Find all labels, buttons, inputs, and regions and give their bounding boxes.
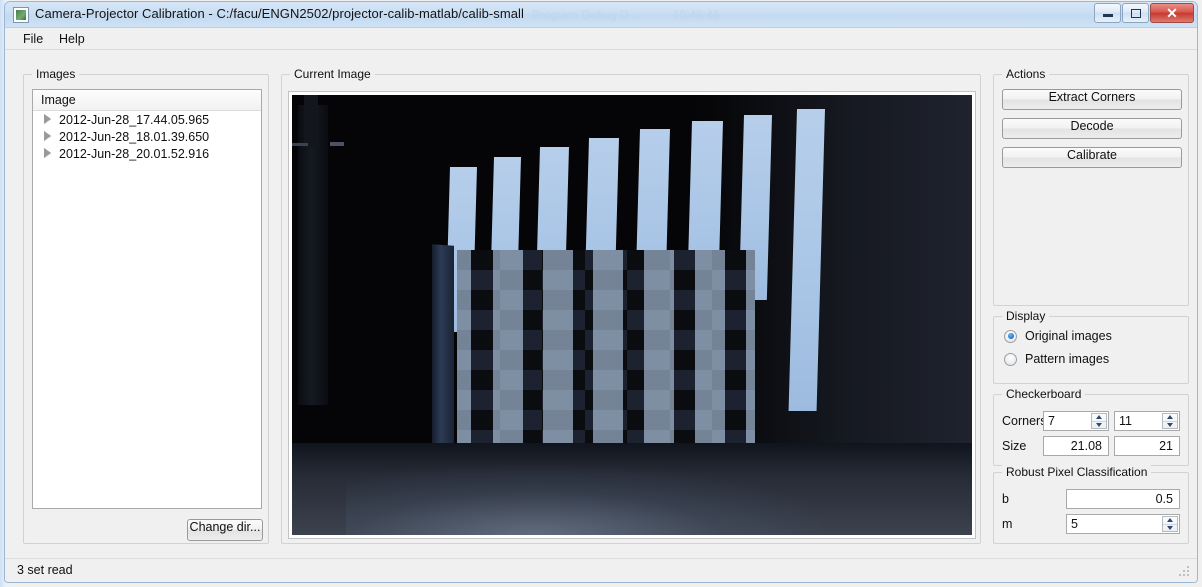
size-x-input[interactable]: 21.08 — [1043, 436, 1109, 456]
tree-row-label: 2012-Jun-28_17.44.05.965 — [59, 112, 210, 127]
app-icon — [13, 7, 29, 23]
images-group-title: Images — [32, 67, 80, 81]
calibrate-button[interactable]: Calibrate — [1002, 147, 1182, 168]
close-icon: ✕ — [1166, 5, 1178, 21]
background-window-title: Program Debug D... 10:48:46 — [532, 8, 719, 22]
images-group: Images Image 2012-Jun-28_17.44.05.965 20… — [23, 67, 269, 544]
size-y-input[interactable]: 21 — [1114, 436, 1180, 456]
resize-grip-icon[interactable] — [1179, 566, 1191, 578]
robust-pixel-classification-group-title: Robust Pixel Classification — [1002, 465, 1152, 479]
ghost-text-1: Program Debug D... — [532, 8, 639, 22]
menu-bar: File Help — [5, 28, 1197, 50]
size-label: Size — [1002, 439, 1027, 453]
decode-button[interactable]: Decode — [1002, 118, 1182, 139]
photo-left-post-top — [304, 95, 318, 147]
radio-pattern-images[interactable]: Pattern images — [1004, 352, 1109, 366]
radio-pattern-images-label: Pattern images — [1025, 352, 1110, 366]
tree-row[interactable]: 2012-Jun-28_17.44.05.965 — [33, 111, 261, 128]
window-frame: Camera-Projector Calibration - C:/facu/E… — [4, 1, 1198, 583]
ghost-text-2: 10:48:46 — [672, 8, 720, 22]
display-group: Display Original images Pattern images — [993, 309, 1189, 384]
corners-x-input[interactable]: 7 — [1043, 411, 1109, 431]
current-image-group-title: Current Image — [290, 67, 375, 81]
tree-row-label: 2012-Jun-28_20.01.52.916 — [59, 146, 210, 161]
title-bar: Camera-Projector Calibration - C:/facu/E… — [5, 2, 1197, 28]
chevron-right-icon[interactable] — [44, 148, 51, 158]
size-x-value: 21.08 — [1070, 439, 1102, 453]
menu-item-help[interactable]: Help — [53, 31, 91, 47]
restore-button[interactable] — [1122, 3, 1149, 23]
photo-marker-left — [292, 143, 308, 146]
corners-y-input[interactable]: 11 — [1114, 411, 1180, 431]
radio-original-images-label: Original images — [1025, 329, 1112, 343]
status-message: 3 set read — [17, 563, 73, 577]
actions-group-title: Actions — [1002, 67, 1050, 81]
menu-item-file[interactable]: File — [17, 31, 49, 47]
window-controls: ✕ — [1093, 3, 1194, 25]
corners-y-spinner[interactable] — [1162, 413, 1178, 429]
calibration-photo — [292, 95, 972, 535]
photo-marker-left-2 — [330, 142, 344, 146]
close-button[interactable]: ✕ — [1150, 3, 1194, 23]
application-window: Camera-Projector Calibration - C:/facu/E… — [0, 0, 1202, 587]
radio-button-icon[interactable] — [1004, 329, 1017, 343]
b-value: 0.5 — [1155, 492, 1173, 506]
image-viewport[interactable] — [288, 91, 976, 539]
actions-group: Actions Extract Corners Decode Calibrate — [993, 67, 1189, 306]
tree-column-header: Image — [33, 90, 261, 111]
photo-left-post — [298, 105, 328, 405]
minimize-button[interactable] — [1094, 3, 1121, 23]
tree-row[interactable]: 2012-Jun-28_18.01.39.650 — [33, 128, 261, 145]
checkerboard-group: Checkerboard Corners 7 11 Size 21.08 21 — [993, 387, 1189, 466]
m-input[interactable]: 5 — [1066, 514, 1180, 534]
b-input[interactable]: 0.5 — [1066, 489, 1180, 509]
b-label: b — [1002, 492, 1009, 506]
m-label: m — [1002, 517, 1013, 531]
status-bar: 3 set read — [5, 558, 1197, 582]
chevron-right-icon[interactable] — [44, 131, 51, 141]
window-title: Camera-Projector Calibration - C:/facu/E… — [35, 6, 524, 21]
corners-x-spinner[interactable] — [1091, 413, 1107, 429]
radio-original-images[interactable]: Original images — [1004, 329, 1112, 343]
minimize-icon — [1095, 4, 1120, 22]
corners-label: Corners — [1002, 414, 1047, 428]
radio-button-icon[interactable] — [1004, 352, 1017, 366]
images-tree[interactable]: Image 2012-Jun-28_17.44.05.965 2012-Jun-… — [32, 89, 262, 509]
photo-floor-reflection — [346, 465, 823, 535]
extract-corners-button[interactable]: Extract Corners — [1002, 89, 1182, 110]
size-y-value: 21 — [1159, 439, 1173, 453]
change-dir-button[interactable]: Change dir... — [187, 519, 263, 541]
tree-row[interactable]: 2012-Jun-28_20.01.52.916 — [33, 145, 261, 162]
current-image-group: Current Image — [281, 67, 981, 544]
robust-pixel-classification-group: Robust Pixel Classification b 0.5 m 5 — [993, 465, 1189, 544]
restore-icon — [1123, 4, 1148, 22]
m-spinner[interactable] — [1162, 516, 1178, 532]
tree-row-label: 2012-Jun-28_18.01.39.650 — [59, 129, 210, 144]
display-group-title: Display — [1002, 309, 1050, 323]
chevron-right-icon[interactable] — [44, 114, 51, 124]
checkerboard-group-title: Checkerboard — [1002, 387, 1086, 401]
